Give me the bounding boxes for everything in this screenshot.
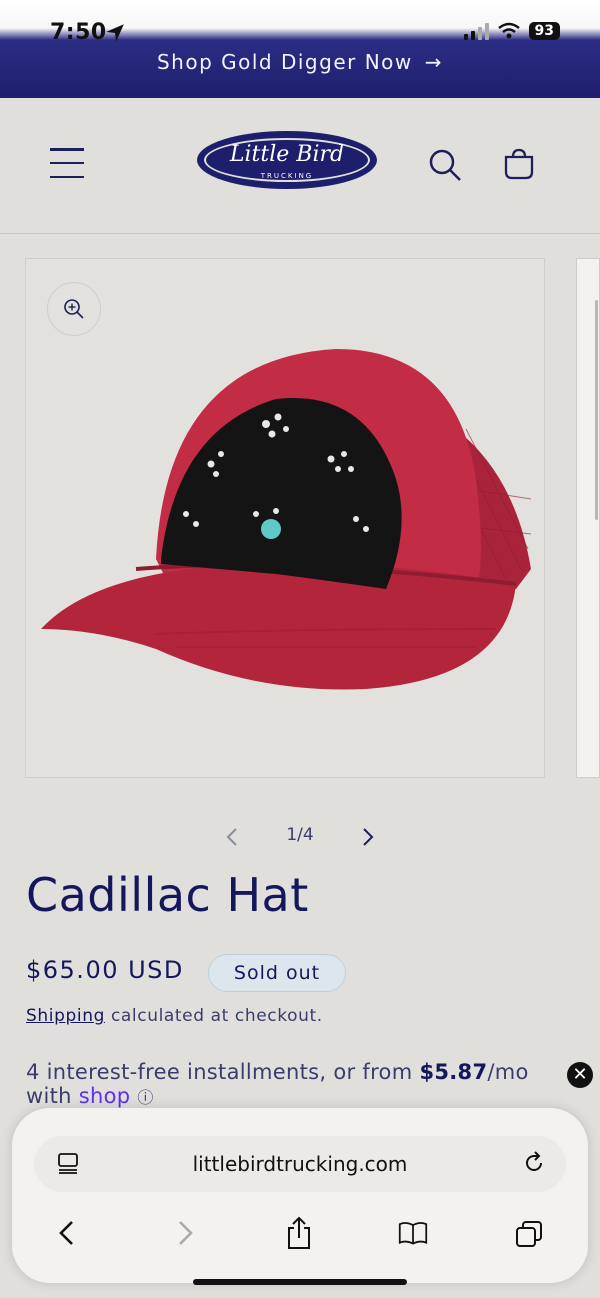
hat-illustration [41,349,532,690]
announcement-bar[interactable]: 7:50 93 Shop Gold Digger Now → [0,0,600,98]
battery-indicator: 93 [528,22,560,40]
installments-prefix: 4 interest-free installments, or from [26,1060,420,1084]
close-icon[interactable]: ✕ [567,1062,593,1088]
browser-toolbar: littlebirdtrucking.com [12,1108,588,1283]
status-time: 7:50 [50,20,107,45]
menu-icon[interactable] [50,148,84,178]
announcement-text: Shop Gold Digger Now [156,50,413,74]
image-pagination: 1/4 [0,822,600,852]
shipping-note-text: calculated at checkout. [104,1006,323,1026]
logo-script-text: Little Bird [229,142,345,167]
product-title: Cadillac Hat [26,868,309,922]
zoom-button[interactable] [47,282,101,336]
cellular-signal-icon [463,22,489,40]
shipping-link[interactable]: Shipping [26,1006,105,1026]
reload-icon[interactable] [522,1151,546,1175]
cart-icon[interactable] [504,148,534,180]
installments-line2: with [26,1084,79,1108]
installments-amount: $5.87 [419,1060,488,1084]
logo-subtext: TRUCKING [260,172,314,180]
shop-pay-link[interactable]: shop [79,1084,131,1108]
product-price: $65.00 USD [26,956,184,984]
installments-info: 4 interest-free installments, or from $5… [26,1060,566,1108]
forward-icon[interactable] [170,1216,200,1250]
share-icon[interactable] [284,1216,314,1250]
site-header: Little Bird TRUCKING [0,98,600,234]
chevron-right-icon[interactable] [356,826,378,848]
product-image[interactable] [25,258,545,778]
announcement-link[interactable]: Shop Gold Digger Now → [0,50,600,74]
installments-suffix: /mo [487,1060,529,1084]
location-arrow-icon [106,24,124,42]
chevron-left-icon[interactable] [222,826,244,848]
sold-out-badge: Sold out [208,954,346,992]
shipping-note: Shipping calculated at checkout. [26,1006,323,1026]
bookmarks-icon[interactable] [398,1216,428,1250]
arrow-right-icon: → [424,50,444,74]
url-text: littlebirdtrucking.com [192,1152,408,1176]
tabs-icon[interactable] [514,1216,544,1250]
info-icon[interactable]: ⓘ [137,1088,153,1107]
search-icon[interactable] [428,148,462,182]
address-bar[interactable]: littlebirdtrucking.com [34,1136,566,1192]
scrollbar[interactable] [595,300,598,520]
home-indicator [193,1279,407,1285]
zoom-in-icon [64,299,84,319]
wifi-icon [497,22,520,39]
site-logo[interactable]: Little Bird TRUCKING [197,131,377,189]
pagination-count: 1/4 [286,825,314,845]
back-icon[interactable] [52,1216,82,1250]
status-indicators: 93 [463,22,560,40]
